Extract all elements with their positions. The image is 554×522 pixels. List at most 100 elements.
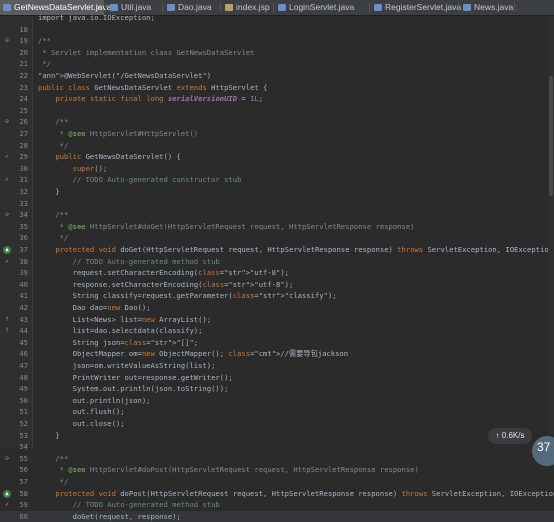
code-line[interactable]: 52 out.close(); (0, 418, 554, 430)
line-number: 47 (19, 361, 28, 370)
code-line[interactable]: 50 out.println(json); (0, 395, 554, 407)
code-line[interactable]: 30 super(); (0, 163, 554, 175)
floating-status-circle[interactable]: 37 (532, 436, 554, 466)
line-number: 27 (19, 129, 28, 138)
code-line[interactable]: 59 ✓ // TODO Auto-generated method stub (0, 499, 554, 511)
code-line[interactable]: 24 private static final long serialVersi… (0, 93, 554, 105)
code-text: String json=class="str">"[]"; (38, 337, 199, 347)
code-text: import java.io.IOException; (38, 13, 155, 22)
tab-separator (458, 3, 459, 12)
code-line[interactable]: 60 doGet(request, response); (0, 510, 554, 522)
line-number: 46 (19, 349, 28, 359)
code-line[interactable]: 45 String json=class="str">"[]"; (0, 337, 554, 349)
fold-toggle-icon[interactable]: ⊖ (3, 118, 11, 126)
code-text: * @see HttpServlet#HttpServlet() (38, 129, 199, 138)
line-number: 22 (19, 71, 28, 80)
code-line[interactable]: 56 * @see HttpServlet#doPost(HttpServlet… (0, 464, 554, 476)
code-line[interactable]: 36 */ (0, 232, 554, 244)
line-number: 23 (19, 82, 28, 92)
code-text: protected void doPost(HttpServletRequest… (55, 488, 554, 498)
code-line[interactable]: 53 } (0, 430, 554, 442)
task-marker-icon: ✓ (5, 501, 9, 509)
code-line[interactable]: 19 ⊖/** (0, 35, 554, 47)
code-line[interactable]: 38 ✓ // TODO Auto-generated method stub (0, 256, 554, 268)
line-number: 60 (19, 511, 28, 521)
line-number: 20 (19, 47, 28, 57)
code-line[interactable]: 26 ⊖ /** (0, 116, 554, 128)
code-text: doGet(request, response); (38, 511, 181, 521)
code-line[interactable]: 18 (0, 24, 554, 36)
code-line[interactable]: import java.io.IOException; (0, 12, 554, 24)
code-text: */ (38, 59, 51, 69)
vertical-scrollbar[interactable] (548, 16, 554, 434)
code-line[interactable]: 48 PrintWriter out=response.getWriter(); (0, 372, 554, 384)
code-text: /** (38, 453, 69, 463)
code-editor[interactable]: import java.io.IOException; 18 19 ⊖/** 20 * … (0, 13, 554, 522)
tab-label: Util.java (121, 2, 152, 12)
code-line[interactable]: 54 (0, 441, 554, 453)
code-line[interactable]: 57 */ (0, 476, 554, 488)
code-text: System.out.println(json.toString()); (38, 384, 229, 394)
code-line[interactable]: 58 ▲ protected void doPost(HttpServletReq… (0, 488, 554, 500)
scrollbar-thumb[interactable] (549, 76, 553, 196)
code-text: * Servlet implementation class GetNewsDa… (38, 47, 255, 57)
code-line[interactable]: 39 request.setCharacterEncoding(class="s… (0, 267, 554, 279)
line-number: 48 (19, 372, 28, 382)
line-number: 54 (19, 442, 28, 452)
line-number: 45 (19, 337, 28, 347)
fold-toggle-icon[interactable]: ⊖ (3, 37, 11, 45)
code-line[interactable]: 25 (0, 105, 554, 117)
code-text: /** (38, 117, 69, 127)
line-number: 28 (19, 140, 28, 150)
line-number: 32 (19, 187, 28, 196)
fold-toggle-icon[interactable]: ⊖ (3, 211, 11, 219)
code-line[interactable]: 35 * @see HttpServlet#doGet(HttpServletR… (0, 221, 554, 233)
code-text: /** (38, 36, 51, 46)
code-line[interactable]: 34 ⊖ /** (0, 209, 554, 221)
code-line[interactable]: 49 System.out.println(json.toString()); (0, 383, 554, 395)
code-line[interactable]: 28 */ (0, 140, 554, 152)
code-line[interactable]: 40 response.setCharacterEncoding(class="… (0, 279, 554, 291)
code-line[interactable]: 20 * Servlet implementation class GetNew… (0, 47, 554, 59)
code-line[interactable]: 43! List<News> list=new ArrayList(); (0, 314, 554, 326)
code-line[interactable]: 51 out.flush(); (0, 406, 554, 418)
code-text: request.setCharacterEncoding(class="str"… (38, 268, 289, 278)
java-file-icon (463, 4, 471, 11)
fold-toggle-icon[interactable]: ⊖ (3, 455, 11, 463)
code-line[interactable]: 47 json=om.writeValueAsString(list); (0, 360, 554, 372)
override-marker-icon: ▲ (3, 246, 11, 254)
code-text: * @see HttpServlet#doPost(HttpServletReq… (38, 465, 419, 475)
line-number: 56 (19, 465, 28, 475)
code-text: List<News> list=new ArrayList(); (38, 314, 212, 324)
code-line[interactable]: 55 ⊖ /** (0, 453, 554, 465)
task-marker-icon: ✓ (5, 176, 9, 184)
code-line[interactable]: 32 } (0, 186, 554, 198)
java-file-icon (374, 4, 382, 11)
code-text: * @see HttpServlet#doGet(HttpServletRequ… (38, 221, 415, 231)
line-number: 49 (19, 384, 28, 394)
jsp-file-icon (225, 4, 233, 11)
code-line[interactable]: 21 */ (0, 58, 554, 70)
code-line[interactable]: 46 ObjectMapper om=new ObjectMapper(); c… (0, 348, 554, 360)
tab-label: index.jsp (236, 2, 270, 12)
floating-status-text: 37 (537, 440, 551, 454)
code-line[interactable]: 31 ✓ // TODO Auto-generated constructor s… (0, 174, 554, 186)
code-line[interactable]: 42 Dao dao=new Dao(); (0, 302, 554, 314)
line-number: 42 (19, 303, 28, 312)
code-line[interactable]: 27 * @see HttpServlet#HttpServlet() (0, 128, 554, 140)
code-text: out.println(json); (38, 395, 151, 405)
code-line[interactable]: 37 ▲ protected void doGet(HttpServletRequ… (0, 244, 554, 256)
code-line[interactable]: 44! list=dao.selectdata(classify); (0, 325, 554, 337)
line-number: 51 (19, 407, 28, 417)
code-line[interactable]: 23 public class GetNewsDataServlet extend… (0, 82, 554, 94)
code-line[interactable]: 29 ✓ public GetNewsDataServlet() { (0, 151, 554, 163)
tab-separator (514, 3, 515, 12)
code-text: public GetNewsDataServlet() { (55, 152, 181, 162)
line-number: 25 (19, 105, 28, 115)
code-text: */ (38, 233, 69, 243)
code-line[interactable]: 22 "ann">@WebServlet("/GetNewsDataServlet… (0, 70, 554, 82)
code-line[interactable]: 33 (0, 198, 554, 210)
code-text: protected void doGet(HttpServletRequest … (55, 245, 554, 254)
code-line[interactable]: 41 String classify=request.getParameter(… (0, 290, 554, 302)
tab-separator (162, 3, 163, 12)
